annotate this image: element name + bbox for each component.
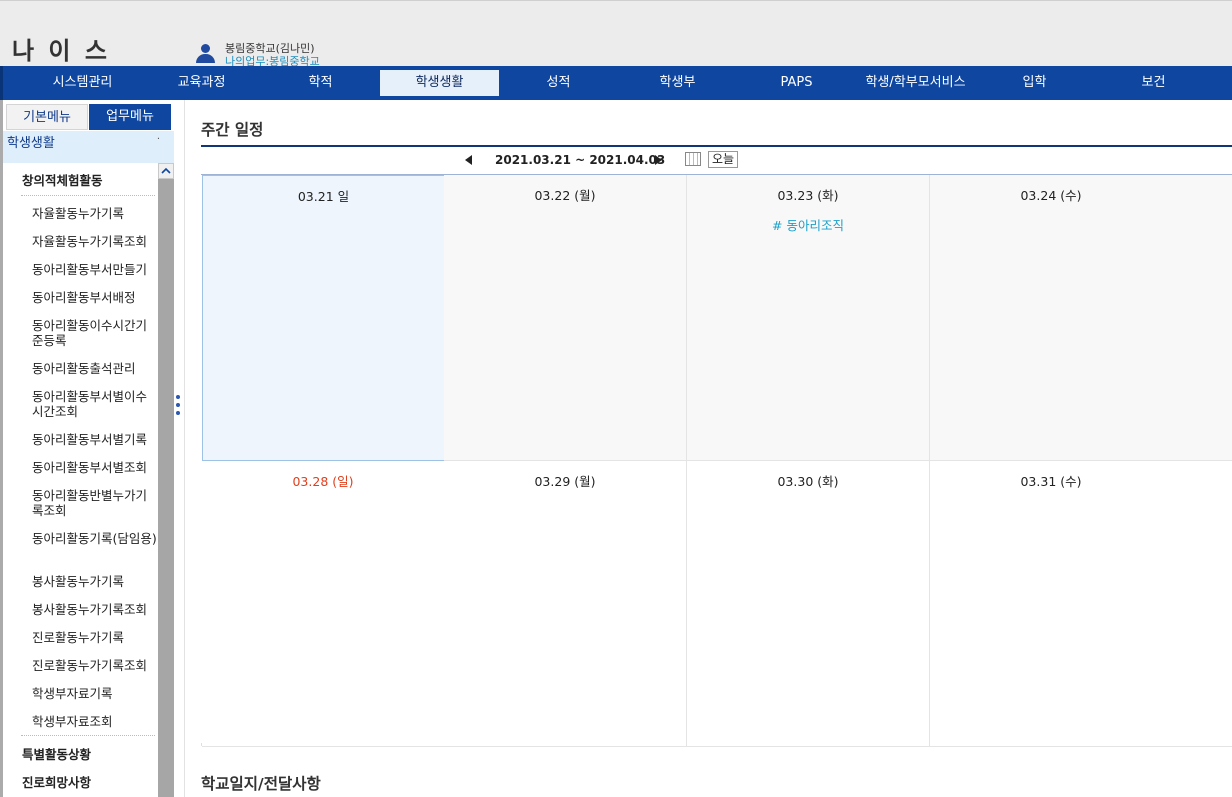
sidebar-resize-handle[interactable] bbox=[175, 395, 181, 421]
sidebar-menu-list: 창의적체험활동자율활동누가기록자율활동누가기록조회동아리활동부서만들기동아리활동… bbox=[3, 163, 158, 797]
nav-item-5[interactable]: 학생부 bbox=[618, 70, 737, 96]
sidebar-divider bbox=[21, 735, 155, 736]
sidebar-menu-item[interactable]: 동아리활동부서별기록 bbox=[3, 432, 158, 447]
sidebar-menu-item[interactable]: 동아리활동부서만들기 bbox=[3, 262, 158, 277]
sidebar-menu-item[interactable]: 동아리활동이수시간기준등록 bbox=[3, 318, 158, 348]
sidebar-menu-item[interactable]: 자율활동누가기록조회 bbox=[3, 234, 158, 249]
today-button[interactable]: 오늘 bbox=[708, 151, 739, 168]
app-window: 나 이 스 봉림중학교(김나민) 나의업무:봉림중학교 시스템관리 교육과정 학적 학… bbox=[0, 0, 1232, 797]
weekly-schedule-title: 주간 일정 bbox=[201, 121, 264, 139]
calendar-day-cell[interactable]: 03.28 (일) bbox=[202, 461, 445, 747]
calendar-day-cell[interactable]: 03.22 (월) bbox=[444, 175, 687, 461]
sidebar-menu-item[interactable]: 자율활동누가기록 bbox=[3, 206, 158, 221]
calendar-day-date: 03.21 일 bbox=[297, 189, 350, 204]
top-header: 나 이 스 봉림중학교(김나민) 나의업무:봉림중학교 bbox=[0, 0, 1232, 68]
sidebar-menu-item[interactable]: 학생부자료조회 bbox=[3, 714, 158, 729]
nav-item-9[interactable]: 보건 bbox=[1094, 70, 1213, 96]
nav-item-0[interactable]: 시스템관리 bbox=[23, 70, 142, 96]
scroll-up-button[interactable] bbox=[158, 163, 174, 179]
main-content: 주간 일정 2021.03.21 ~ 2021.04.03 오늘 03.21 일… bbox=[186, 100, 1232, 797]
calendar-day-date: 03.30 (화) bbox=[777, 474, 839, 489]
school-journal-title: 학교일지/전달사항 bbox=[201, 775, 321, 793]
nav-item-8[interactable]: 입학 bbox=[975, 70, 1094, 96]
main-nav: 시스템관리 교육과정 학적 학생생활 성적 학생부 PAPS 학생/학부모서비스 입학 보건 bbox=[0, 66, 1232, 100]
sidebar-section-mark: · bbox=[156, 134, 160, 145]
nav-item-2[interactable]: 학적 bbox=[261, 70, 380, 96]
sidebar-menu-item[interactable]: 동아리활동기록(담임용) bbox=[3, 531, 158, 546]
sidebar-menu-item[interactable]: 봉사활동누가기록조회 bbox=[3, 602, 158, 617]
tab-basic-menu[interactable]: 기본메뉴 bbox=[6, 104, 88, 130]
sidebar-menu-item[interactable]: 진로활동누가기록 bbox=[3, 630, 158, 645]
app-logo[interactable]: 나 이 스 bbox=[12, 31, 110, 66]
calendar-day-cell[interactable]: 03.29 (월) bbox=[444, 461, 687, 747]
week-navigator: 2021.03.21 ~ 2021.04.03 오늘 bbox=[201, 145, 1232, 175]
sidebar-menu-item[interactable]: 진로희망사항 bbox=[3, 775, 158, 790]
nav-item-4[interactable]: 성적 bbox=[499, 70, 618, 96]
week-calendar-grid: 03.21 일 03.22 (월) 03.23 (화) # 동아리조직 03.24 (수… bbox=[201, 175, 1232, 747]
calendar-day-date: 03.29 (월) bbox=[534, 474, 596, 489]
calendar-day-cell[interactable]: 03.21 일 bbox=[202, 175, 445, 461]
nav-item-1[interactable]: 교육과정 bbox=[142, 70, 261, 96]
calendar-day-date: 03.28 (일) bbox=[292, 474, 354, 489]
user-icon bbox=[195, 44, 217, 64]
nav-item-6[interactable]: PAPS bbox=[737, 70, 856, 96]
sidebar-menu-item[interactable]: 동아리활동반별누가기록조회 bbox=[3, 488, 158, 518]
week-range: 2021.03.21 ~ 2021.04.03 bbox=[495, 153, 666, 167]
sidebar-scrollbar[interactable] bbox=[158, 163, 174, 797]
sidebar-menu-item[interactable]: 특별활동상황 bbox=[3, 747, 158, 762]
sidebar-section-label: 학생생활 bbox=[7, 136, 55, 151]
calendar-day-date: 03.24 (수) bbox=[1020, 188, 1082, 203]
sidebar: 기본메뉴 업무메뉴 학생생활 · 창의적체험활동 자율활동누가기록 자율활동누가기록… bbox=[0, 100, 185, 797]
sidebar-menu-item[interactable]: 봉사활동누가기록 bbox=[3, 574, 158, 589]
sidebar-menu-item[interactable]: 동아리활동부서배정 bbox=[3, 290, 158, 305]
calendar-day-date: 03.23 (화) bbox=[777, 188, 839, 203]
sidebar-menu-item[interactable]: 창의적체험활동 bbox=[3, 173, 158, 188]
calendar-day-cell[interactable]: 03.30 (화) bbox=[687, 461, 930, 747]
sidebar-section-title[interactable]: 학생생활 · bbox=[3, 131, 174, 163]
chevron-up-icon bbox=[161, 167, 171, 174]
calendar-day-date: 03.31 (수) bbox=[1020, 474, 1082, 489]
calendar-day-cell[interactable] bbox=[1172, 175, 1232, 461]
sidebar-menu-item[interactable]: 진로활동누가기록조회 bbox=[3, 658, 158, 673]
calendar-event[interactable]: # 동아리조직 bbox=[687, 215, 929, 234]
nav-item-3[interactable]: 학생생활 bbox=[380, 70, 499, 96]
sidebar-divider bbox=[21, 195, 155, 196]
sidebar-menu-item[interactable]: 동아리활동부서별조회 bbox=[3, 460, 158, 475]
sidebar-menu-item[interactable]: 동아리활동출석관리 bbox=[3, 361, 158, 376]
calendar-day-cell[interactable]: 03.31 (수) bbox=[930, 461, 1173, 747]
sidebar-menu-item[interactable]: 동아리활동부서별이수시간조회 bbox=[3, 389, 158, 419]
sidebar-menu-item[interactable]: 학생부자료기록 bbox=[3, 686, 158, 701]
calendar-icon[interactable] bbox=[685, 152, 701, 166]
calendar-day-cell[interactable] bbox=[1172, 461, 1232, 747]
nav-item-7[interactable]: 학생/학부모서비스 bbox=[856, 70, 975, 96]
calendar-day-cell[interactable]: 03.23 (화) # 동아리조직 bbox=[687, 175, 930, 461]
prev-week-icon[interactable] bbox=[465, 155, 472, 165]
calendar-day-date: 03.22 (월) bbox=[534, 188, 596, 203]
next-week-icon[interactable] bbox=[655, 155, 662, 165]
calendar-day-cell[interactable]: 03.24 (수) bbox=[930, 175, 1173, 461]
